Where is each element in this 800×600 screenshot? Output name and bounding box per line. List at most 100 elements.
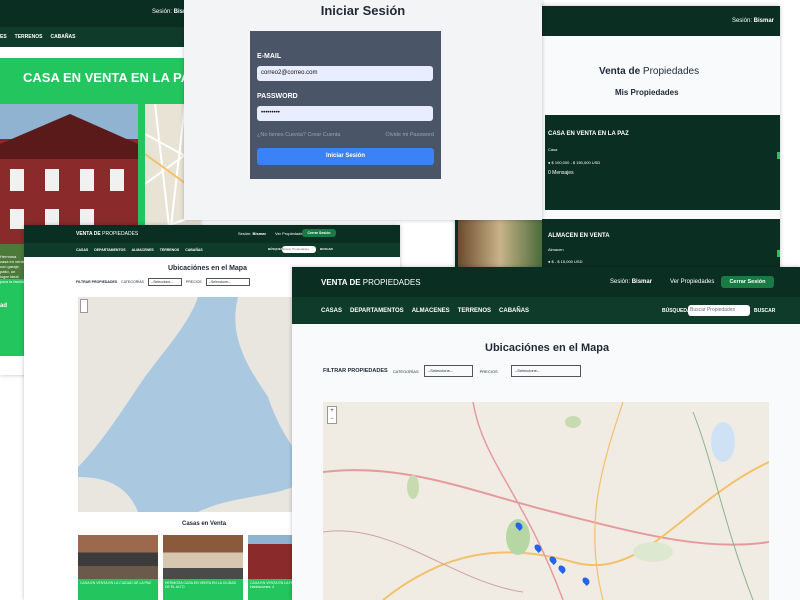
main-nav: CASAS DEPARTAMENTOS ALMACENES TERRENOS C… [24, 243, 400, 257]
price-select[interactable]: --Seleccione-- [205, 278, 250, 286]
email-label: E-MAIL [257, 53, 282, 60]
page-title: Venta de Propiedades [599, 66, 699, 77]
login-title: Iniciar Sesión [320, 3, 406, 18]
nav-item[interactable]: CABAÑAS [499, 308, 529, 314]
nav-item[interactable]: CASAS [321, 308, 342, 314]
logout-button[interactable]: Cerrar Sesión [721, 276, 774, 288]
map-view[interactable] [78, 297, 293, 512]
property-photo [248, 535, 298, 579]
session-label: Sesión: [610, 279, 631, 285]
my-properties-link[interactable]: Ver Propiedades [670, 279, 714, 285]
my-properties-link[interactable]: Ver Propiedades [275, 231, 305, 236]
search-button[interactable]: BUSCAR [320, 247, 333, 251]
top-header: VENTA DE PROPIEDADES Sesión: Bismar Ver … [292, 267, 800, 297]
screenshot-login: Iniciar Sesión E-MAIL correo2@correo.com… [184, 0, 542, 220]
nav-item[interactable]: ES [0, 34, 7, 40]
card-price: ● $ 100,000 - $ 150,000 USD [548, 160, 600, 165]
brand-light: PROPIEDADES [362, 278, 421, 287]
card-accent [777, 152, 780, 159]
property-card[interactable]: CASA EN VENTA EN LA PAZ Casa ● $ 100,000… [545, 115, 780, 210]
money-icon: ● [548, 259, 551, 264]
map-terrain [78, 297, 293, 512]
password-field[interactable]: ••••••••• [257, 106, 433, 121]
zoom-control[interactable]: + − [327, 406, 337, 424]
brand-light: PROPIEDADES [102, 231, 139, 237]
card-type: Casa [548, 147, 558, 152]
nav-item[interactable]: TERRENOS [160, 248, 179, 252]
card-title: CASA EN VENTA EN LA CIUDAD DE LA PAZ [78, 579, 158, 600]
nav-item[interactable]: DEPARTAMENTOS [94, 248, 125, 252]
session-user: Bismar [753, 18, 774, 24]
map-view[interactable]: + − [323, 402, 769, 600]
card-title: HERMOSA CASA EN VENTA EN LA CIUDAD DE EL… [163, 579, 243, 600]
property-card[interactable]: CASA EN VENTA EN LA PAZ Habitaciones: 4 [248, 535, 298, 600]
search-input[interactable]: Buscar Propiedades [282, 246, 316, 253]
nav-item[interactable]: ALMACENES [132, 248, 154, 252]
price-text: $ - $ 15,000 USD [551, 259, 583, 264]
search-label: BÚSQUEDA [662, 308, 691, 314]
title-light: Propiedades [642, 66, 700, 77]
brand-strong: VENTA DE [321, 278, 361, 287]
nav-item[interactable]: TERRENOS [15, 34, 43, 40]
session-info: Sesión: Bismar [238, 231, 266, 236]
brand: VENTA DE PROPIEDADES [76, 231, 138, 237]
session-user: Bismar [631, 279, 653, 285]
logout-button[interactable]: Cerrar Sesión [302, 229, 336, 237]
map-title: Ubicaciónes en el Mapa [168, 265, 247, 272]
category-label: CATEGORÍAS [121, 280, 144, 284]
create-account-link[interactable]: ¿No tienes Cuenta? Crear Cuenta [257, 132, 340, 138]
price-label: PRECIOS [185, 280, 202, 284]
property-card[interactable]: CASA EN VENTA EN LA CIUDAD DE LA PAZ [78, 535, 158, 600]
map-roads [323, 402, 769, 600]
side-label: ad [0, 303, 8, 309]
session-info: Sesión: Bismar [732, 18, 774, 24]
login-button[interactable]: Iniciar Sesión [257, 148, 434, 165]
main-nav: ES TERRENOS CABAÑAS [0, 27, 200, 47]
forgot-password-link[interactable]: Olvide mi Password [385, 132, 434, 138]
subtitle: Mis Propiedades [615, 88, 679, 97]
side-text: Hermosa casa en venta con garaje, patio,… [0, 254, 25, 284]
brand-strong: VENTA DE [76, 231, 101, 237]
category-select[interactable]: --Seleccione-- [147, 278, 182, 286]
session-label: Sesión: [731, 18, 752, 24]
zoom-in-button[interactable]: + [328, 407, 336, 415]
zoom-control[interactable] [80, 299, 88, 313]
nav-item[interactable]: TERRENOS [458, 308, 491, 314]
nav-item[interactable]: DEPARTAMENTOS [350, 308, 404, 314]
property-photo [458, 219, 542, 268]
property-photo [78, 535, 158, 579]
price-select[interactable]: --Seleccione-- [510, 365, 581, 377]
property-card[interactable]: ALMACEN EN VENTA Almacen ● $ - $ 15,000 … [455, 219, 780, 268]
category-label: CATEGORÍAS [392, 368, 419, 374]
card-price: ● $ - $ 15,000 USD [548, 259, 582, 264]
main-nav: CASAS DEPARTAMENTOS ALMACENES TERRENOS C… [292, 297, 800, 324]
casas-title: Casas en Venta [182, 521, 227, 527]
nav-item[interactable]: ALMACENES [412, 308, 450, 314]
nav-item[interactable]: CASAS [76, 248, 88, 252]
filter-label: FILTRAR PROPIEDADES [323, 368, 388, 374]
property-photo [163, 535, 243, 579]
top-header: Sesión: Bismar [0, 0, 200, 27]
card-detail: Habitaciones: 4 [250, 585, 275, 589]
card-accent [777, 250, 780, 257]
password-label: PASSWORD [257, 93, 298, 100]
money-icon: ● [548, 160, 551, 165]
filter-label: FILTRAR PROPIEDADES [76, 280, 118, 284]
top-header: VENTA DE PROPIEDADES Sesión: Bismar Ver … [24, 225, 400, 243]
zoom-out-button[interactable]: − [328, 415, 336, 423]
session-info: Sesión: Bismar [610, 279, 652, 285]
email-field[interactable]: correo2@correo.com [257, 66, 433, 81]
login-form: E-MAIL correo2@correo.com PASSWORD •••••… [250, 31, 441, 179]
session-label: Sesión: [238, 231, 252, 236]
nav-item[interactable]: CABAÑAS [50, 34, 75, 40]
filter-row: FILTRAR PROPIEDADES CATEGORÍAS --Selecci… [76, 278, 250, 286]
nav-item[interactable]: CABAÑAS [185, 248, 203, 252]
search-input[interactable]: Buscar Propiedades [688, 305, 750, 316]
search-button[interactable]: BUSCAR [754, 308, 775, 314]
card-title: ALMACEN EN VENTA [548, 233, 610, 239]
price-label: PRECIOS [479, 368, 498, 374]
category-select[interactable]: --Seleccione-- [423, 365, 473, 377]
card-type: Almacen [548, 247, 564, 252]
property-card[interactable]: HERMOSA CASA EN VENTA EN LA CIUDAD DE EL… [163, 535, 243, 600]
map-title: Ubicaciónes en el Mapa [485, 342, 610, 354]
